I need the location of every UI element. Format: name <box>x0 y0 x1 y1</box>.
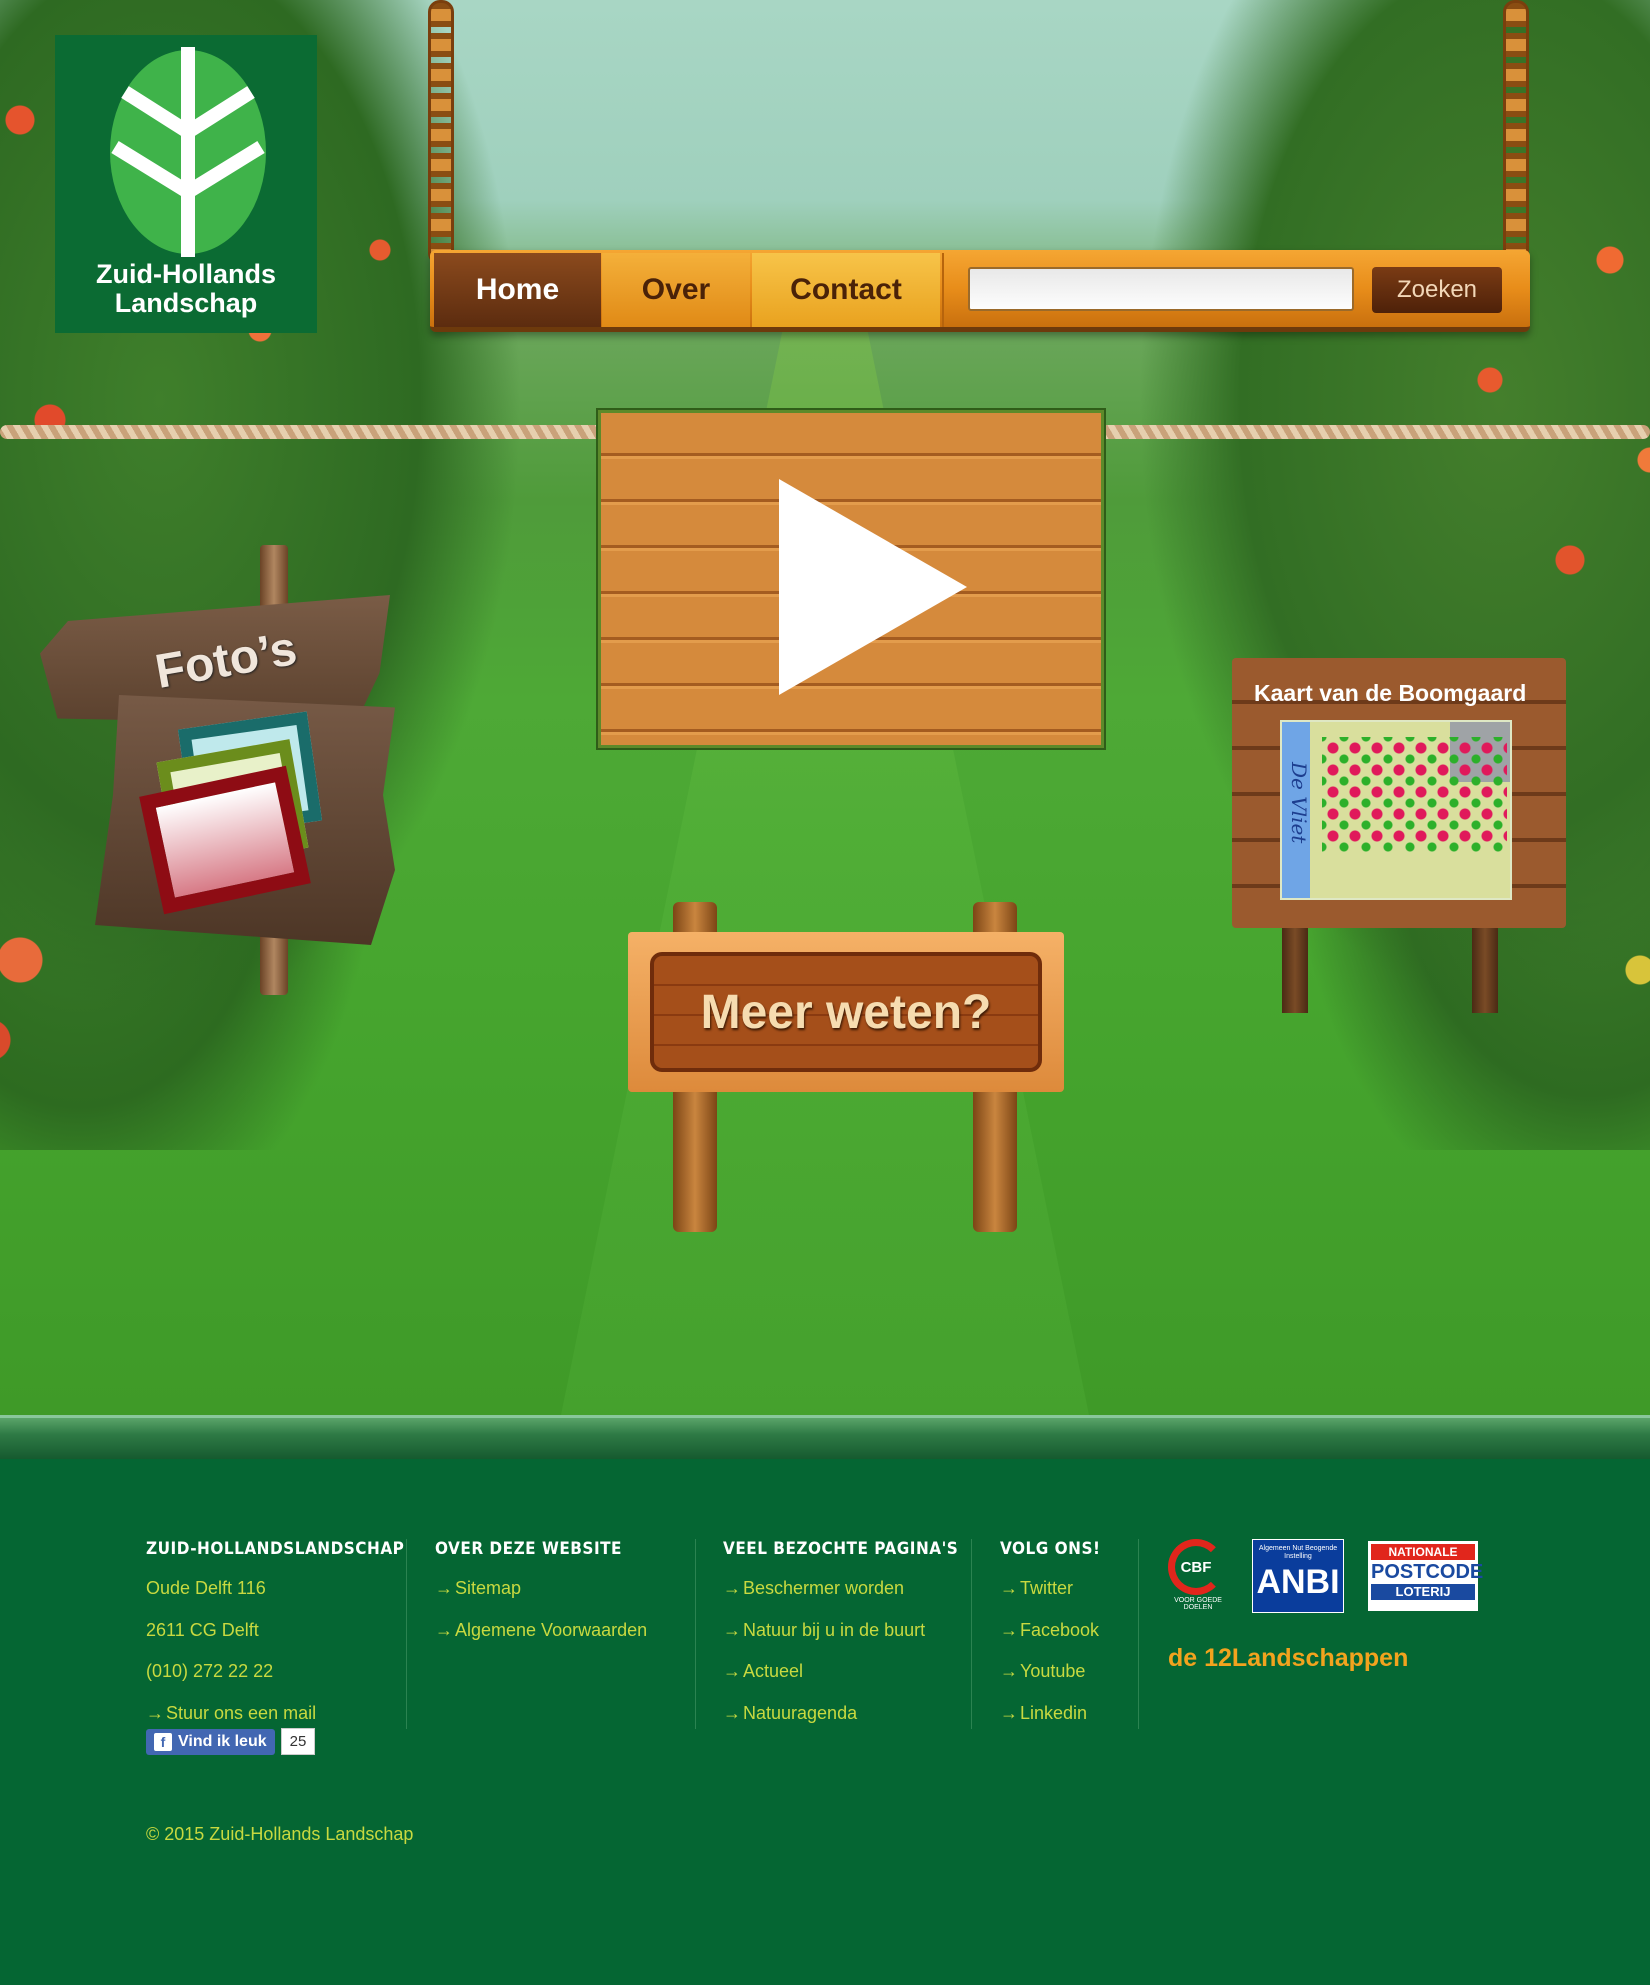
cbf-logo-icon: CBF <box>1168 1539 1224 1595</box>
footer-link-label: Beschermer worden <box>743 1578 905 1598</box>
arrow-right-icon: → <box>723 1619 741 1640</box>
map-water: De Vliet <box>1282 722 1311 898</box>
cbf-label: CBF <box>1180 1558 1212 1576</box>
footer-divider <box>406 1539 407 1729</box>
more-info-label: Meer weten? <box>700 985 992 1039</box>
footer-link-label: Algemene Voorwaarden <box>455 1619 648 1640</box>
address-city: 2611 CG Delft <box>146 1619 259 1640</box>
search-input[interactable] <box>968 267 1354 311</box>
footer-link-linkedin[interactable]: → Linkedin <box>1000 1698 1100 1740</box>
partner-badges: CBF VOOR GOEDE DOELEN Algemeen Nut Beoge… <box>1168 1539 1488 1689</box>
facebook-icon: f <box>154 1732 172 1751</box>
sign-panel: Meer weten? <box>650 952 1042 1072</box>
arrow-right-icon: → <box>435 1578 453 1598</box>
more-info-sign[interactable]: Meer weten? <box>628 902 1064 1232</box>
chain-right <box>1503 0 1529 265</box>
logo-line-1: Zuid-Hollands <box>96 259 276 289</box>
footer-divider <box>971 1539 972 1729</box>
cbf-badge[interactable]: CBF VOOR GOEDE DOELEN <box>1168 1539 1228 1611</box>
footer-col-social: VOLG ONS! → Twitter → Facebook → Youtube → L… <box>1000 1539 1100 1739</box>
address-street: Oude Delft 116 <box>146 1578 266 1598</box>
anbi-subtitle: Algemeen Nut Beogende Instelling <box>1258 1545 1338 1560</box>
footer-col-website: OVER DEZE WEBSITE → Sitemap → Algemene Voo… <box>435 1539 647 1656</box>
facebook-like[interactable]: f Vind ik leuk <box>146 1728 275 1755</box>
footer-heading: VEEL BEZOCHTE PAGINA'S <box>723 1539 959 1559</box>
footer-heading: ZUID-HOLLANDSLANDSCHAP <box>146 1539 405 1559</box>
footer-divider <box>1138 1539 1139 1729</box>
leaf-icon <box>110 47 266 257</box>
facebook-like-label: Vind ik leuk <box>178 1732 267 1750</box>
mail-link-label: Stuur ons een mail <box>166 1702 317 1723</box>
orchard-map-thumbnail: De Vliet <box>1280 720 1512 900</box>
video-player[interactable] <box>598 410 1104 748</box>
footer-link-label: Youtube <box>1020 1661 1086 1681</box>
footer-top-strip <box>0 1415 1650 1459</box>
footer-col-popular: VEEL BEZOCHTE PAGINA'S → Beschermer worde… <box>723 1539 958 1739</box>
site-logo[interactable]: Zuid-Hollands Landschap <box>55 35 317 333</box>
copyright: © 2015 Zuid-Hollands Landschap <box>146 1824 414 1844</box>
footer-link-youtube[interactable]: → Youtube <box>1000 1656 1100 1698</box>
arrow-right-icon: → <box>146 1702 164 1723</box>
footer-heading: VOLG ONS! <box>1000 1539 1101 1559</box>
orchard-map-sign[interactable]: Kaart van de Boomgaard De Vliet <box>1232 658 1566 1018</box>
footer-link-beschermer[interactable]: → Beschermer worden <box>723 1573 958 1615</box>
phone-number: (010) 272 22 22 <box>146 1661 274 1681</box>
footer-link-label: Facebook <box>1020 1619 1100 1640</box>
map-sign-title: Kaart van de Boomgaard <box>1254 680 1527 706</box>
logo-text: Zuid-Hollands Landschap <box>55 260 317 318</box>
postcode-loterij-badge[interactable]: NATIONALE POSTCODE LOTERIJ <box>1368 1541 1484 1611</box>
logo-line-2: Landschap <box>114 288 258 318</box>
footer-link-label: Linkedin <box>1020 1702 1088 1723</box>
footer-link-facebook[interactable]: → Facebook <box>1000 1615 1100 1657</box>
arrow-right-icon: → <box>1000 1578 1018 1598</box>
map-trees <box>1322 737 1507 852</box>
facebook-like-button[interactable]: f Vind ik leuk 25 <box>146 1728 316 1755</box>
footer-heading: OVER DEZE WEBSITE <box>435 1539 623 1559</box>
footer-link-natuur[interactable]: → Natuur bij u in de buurt <box>723 1615 958 1657</box>
anbi-label: ANBI <box>1256 1563 1340 1601</box>
arrow-right-icon: → <box>723 1661 741 1681</box>
arrow-right-icon: → <box>1000 1619 1018 1640</box>
arrow-right-icon: → <box>723 1702 741 1723</box>
nav-separator <box>942 253 944 327</box>
arrow-right-icon: → <box>435 1619 453 1640</box>
fotos-sign[interactable]: Foto’s <box>35 545 395 1005</box>
hero-orchard: Zuid-Hollands Landschap Home Over Contac… <box>0 0 1650 1415</box>
main-nav: Home Over Contact Zoeken <box>430 250 1530 332</box>
facebook-like-count: 25 <box>280 1728 316 1755</box>
chain-left <box>428 0 454 265</box>
footer-link-actueel[interactable]: → Actueel <box>723 1656 958 1698</box>
footer-link-label: Actueel <box>743 1661 804 1681</box>
footer-divider <box>695 1539 696 1729</box>
footer-link-natuuragenda[interactable]: → Natuuragenda <box>723 1698 958 1740</box>
12-landschappen-logo[interactable]: de 12Landschappen <box>1168 1644 1408 1673</box>
search-button[interactable]: Zoeken <box>1372 267 1502 313</box>
arrow-right-icon: → <box>723 1578 741 1598</box>
nav-contact[interactable]: Contact <box>752 253 940 327</box>
footer-link-twitter[interactable]: → Twitter <box>1000 1573 1100 1615</box>
play-icon[interactable] <box>779 479 967 695</box>
sign-board: Meer weten? <box>628 932 1064 1092</box>
cbf-sub: VOOR GOEDE DOELEN <box>1174 1597 1222 1611</box>
npl-top: NATIONALE <box>1371 1544 1475 1560</box>
footer-link-label: Sitemap <box>455 1578 522 1598</box>
npl-mid: POSTCODE <box>1371 1561 1484 1583</box>
footer-link-voorwaarden[interactable]: → Algemene Voorwaarden <box>435 1615 647 1657</box>
arrow-right-icon: → <box>1000 1702 1018 1723</box>
footer: ZUID-HOLLANDSLANDSCHAP Oude Delft 116 26… <box>0 1459 1650 1985</box>
nav-over[interactable]: Over <box>602 253 750 327</box>
footer-link-label: Natuuragenda <box>743 1702 858 1723</box>
footer-col-contact: ZUID-HOLLANDSLANDSCHAP Oude Delft 116 26… <box>146 1539 404 1739</box>
footer-link-sitemap[interactable]: → Sitemap <box>435 1573 647 1615</box>
arrow-right-icon: → <box>1000 1661 1018 1681</box>
map-water-label: De Vliet <box>1287 762 1311 844</box>
footer-link-label: Natuur bij u in de buurt <box>743 1619 926 1640</box>
anbi-badge[interactable]: Algemeen Nut Beogende Instelling ANBI <box>1252 1539 1344 1613</box>
footer-link-label: Twitter <box>1020 1578 1074 1598</box>
npl-bottom: LOTERIJ <box>1371 1584 1475 1600</box>
nav-home[interactable]: Home <box>434 253 601 327</box>
